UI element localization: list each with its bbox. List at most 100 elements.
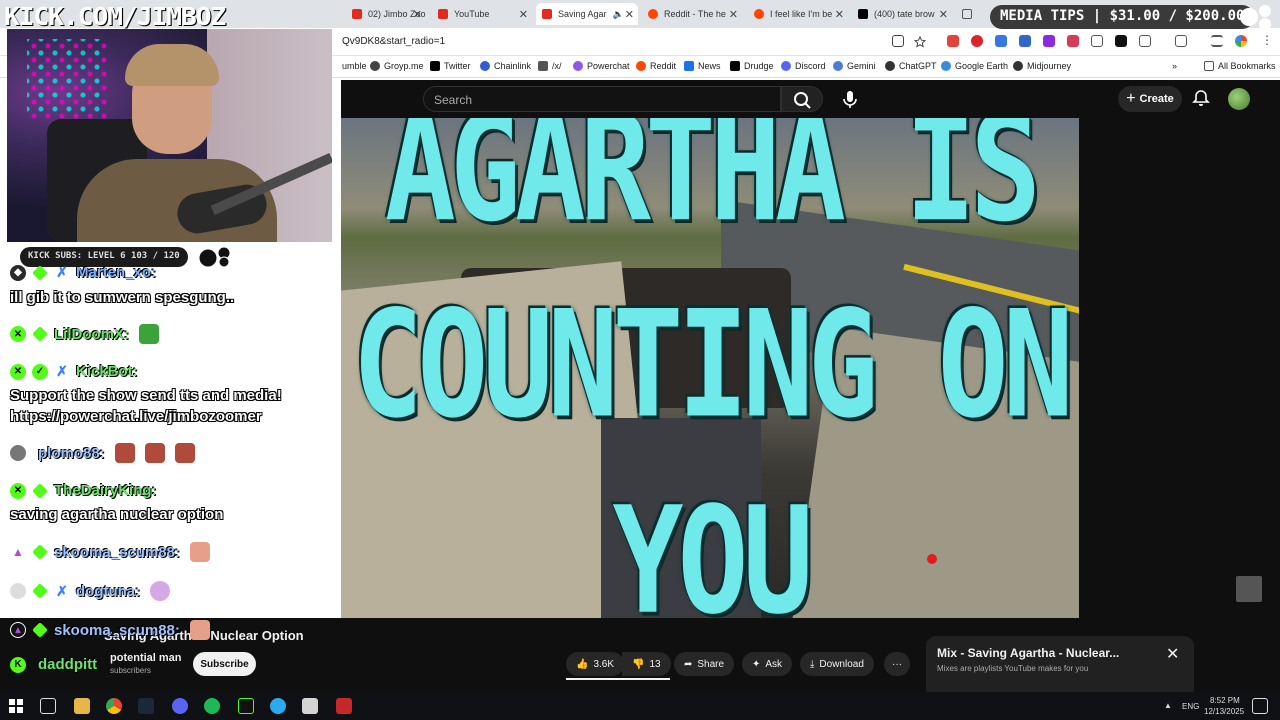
bookmark-item[interactable]: Groyp.me xyxy=(370,61,424,71)
bookmark-item[interactable]: Powerchat xyxy=(573,61,630,71)
telegram-icon[interactable] xyxy=(270,698,286,714)
tab-jimbo-zoo[interactable]: 02) Jimbo Zoo ✕ xyxy=(346,3,426,25)
clock-time[interactable]: 8:52 PM xyxy=(1210,696,1240,705)
close-icon[interactable]: ✕ xyxy=(625,8,634,21)
folder-icon xyxy=(1204,61,1214,71)
create-button[interactable]: + Create xyxy=(1118,86,1182,112)
bookmark-item[interactable]: Twitter xyxy=(430,61,471,71)
caption-line: COUNTING ON xyxy=(352,277,1073,451)
tab-x[interactable]: (400) tate brow ✕ xyxy=(852,3,952,25)
more-vert-icon[interactable]: ⋮ xyxy=(1261,33,1273,47)
search-button[interactable] xyxy=(781,86,823,112)
bookmark-item[interactable]: Midjourney xyxy=(1013,61,1071,71)
cast-icon[interactable] xyxy=(892,35,904,47)
close-icon[interactable]: ✕ xyxy=(519,8,528,21)
file-explorer-icon[interactable] xyxy=(74,698,90,714)
face-emote-icon xyxy=(189,620,210,640)
share-button[interactable]: ➦ Share xyxy=(674,652,735,676)
channel-name[interactable]: potential man xyxy=(110,652,182,664)
bookmark-item[interactable]: Reddit xyxy=(636,61,676,71)
tab-youtube[interactable]: YouTube ✕ xyxy=(432,3,532,25)
all-bookmarks[interactable]: All Bookmarks xyxy=(1204,61,1276,71)
close-icon[interactable]: ✕ xyxy=(729,8,738,21)
dislike-button[interactable]: 👎 13 xyxy=(622,652,671,676)
bookmark-item[interactable]: Gemini xyxy=(833,61,876,71)
bookmark-item[interactable]: Drudge xyxy=(730,61,774,71)
subscribe-button[interactable]: Subscribe xyxy=(193,652,256,676)
youtube-masthead: Search + Create xyxy=(341,80,1280,118)
spotify-icon[interactable] xyxy=(204,698,220,714)
search-input[interactable]: Search xyxy=(423,86,781,112)
profile-icon[interactable] xyxy=(1235,35,1247,47)
share-icon: ➦ xyxy=(684,658,693,670)
bookmark-item[interactable]: Discord xyxy=(781,61,826,71)
check-badge-icon: ✓ xyxy=(32,363,48,380)
windows-start-icon[interactable] xyxy=(8,698,24,714)
discord-icon xyxy=(781,61,791,71)
bookmark-item[interactable]: ChatGPT xyxy=(885,61,937,71)
chevron-up-icon[interactable]: ▲ xyxy=(1164,701,1172,710)
chevron-right-icon[interactable]: » xyxy=(1172,61,1177,71)
tab-reddit[interactable]: Reddit - The he ✕ xyxy=(642,3,742,25)
app-icon[interactable] xyxy=(336,698,352,714)
chat-message-text: https://powerchat.live/jimbozoomer xyxy=(10,408,262,425)
mix-subtitle: Mixes are playlists YouTube makes for yo… xyxy=(937,664,1089,673)
bookmark-item[interactable]: umble xyxy=(342,61,367,71)
close-icon[interactable]: ✕ xyxy=(835,8,844,21)
face-emote-icon xyxy=(189,542,210,562)
star-icon[interactable] xyxy=(913,35,927,48)
mic-button[interactable] xyxy=(837,86,863,112)
extension-icon[interactable] xyxy=(947,35,959,47)
puzzle-icon[interactable] xyxy=(1139,35,1151,47)
language-indicator[interactable]: ENG xyxy=(1182,702,1199,711)
kick-app-icon[interactable] xyxy=(238,698,254,714)
close-icon[interactable]: ✕ xyxy=(939,8,948,21)
app-icon[interactable] xyxy=(302,698,318,714)
extension-icon[interactable] xyxy=(995,35,1007,47)
chat-message: ▲ skooma_scum88: xyxy=(10,620,210,640)
ask-button[interactable]: ✦ Ask xyxy=(742,652,793,676)
bookmark-item[interactable]: /x/ xyxy=(538,61,562,71)
steam-icon[interactable] xyxy=(138,698,154,714)
bookmark-item[interactable]: News xyxy=(684,61,721,71)
chat-message-text: Support the show send tts and media! xyxy=(10,387,282,404)
like-button[interactable]: 👍 3.6K xyxy=(566,652,625,676)
mix-panel[interactable]: Mix - Saving Agartha - Nuclear... Mixes … xyxy=(926,636,1194,692)
bookmark-item[interactable]: Chainlink xyxy=(480,61,531,71)
bookmark-item[interactable]: Google Earth xyxy=(941,61,1008,71)
close-icon[interactable]: ✕ xyxy=(413,8,422,21)
extension-icon[interactable] xyxy=(1043,35,1055,47)
extension-icon[interactable] xyxy=(1091,35,1103,47)
extension-icon[interactable] xyxy=(1067,35,1079,47)
close-icon[interactable]: ✕ xyxy=(1166,644,1179,664)
extension-icon[interactable] xyxy=(1019,35,1031,47)
video-player[interactable]: AGARTHA IS COUNTING ON YOU xyxy=(341,118,1079,618)
notification-center-icon[interactable] xyxy=(1252,698,1268,714)
chrome-icon[interactable] xyxy=(106,698,122,714)
sidepanel-icon[interactable] xyxy=(1175,35,1187,47)
midjourney-icon xyxy=(1013,61,1023,71)
menu-icon[interactable] xyxy=(1211,35,1223,47)
avatar-badge-icon xyxy=(10,445,26,461)
discord-icon[interactable] xyxy=(172,698,188,714)
clock-date[interactable]: 12/13/2025 xyxy=(1204,707,1244,716)
ublock-icon[interactable] xyxy=(971,35,983,47)
url-field[interactable]: Qv9DK8&start_radio=1 xyxy=(342,36,445,47)
tab-reddit-2[interactable]: I feel like I'm be ✕ xyxy=(748,3,848,25)
x-icon[interactable] xyxy=(1115,35,1127,47)
tab-saving-agartha[interactable]: Saving Agar 🔈 ✕ xyxy=(536,3,638,25)
task-view-icon[interactable] xyxy=(40,698,56,714)
drudge-icon xyxy=(730,61,740,71)
notifications-bell-icon[interactable] xyxy=(1191,88,1211,108)
download-button[interactable]: ⤓ Download xyxy=(800,652,874,676)
diamond-badge-icon xyxy=(32,544,48,560)
chat-message: ✕ TheDairyKing: xyxy=(10,482,157,499)
diamond-badge-icon xyxy=(32,583,48,599)
mic-icon xyxy=(843,91,857,108)
more-actions-button[interactable]: ··· xyxy=(884,652,910,676)
tab-folder[interactable] xyxy=(956,3,986,25)
account-avatar[interactable] xyxy=(1228,88,1250,110)
x-icon xyxy=(858,9,868,19)
speaker-icon: 🔈 xyxy=(612,8,624,19)
mini-thumbnail[interactable] xyxy=(1236,576,1262,602)
